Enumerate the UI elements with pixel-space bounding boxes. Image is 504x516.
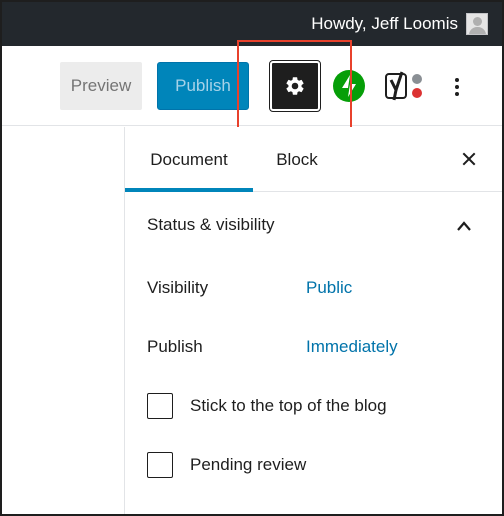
yoast-button[interactable]	[384, 68, 428, 104]
visibility-row: Visibility Public	[147, 278, 502, 308]
preview-button[interactable]: Preview	[60, 62, 142, 110]
sticky-checkbox[interactable]	[147, 393, 173, 419]
jetpack-bolt-icon	[342, 75, 356, 97]
avatar-body-shape	[469, 27, 486, 34]
publish-row: Publish Immediately	[147, 337, 502, 367]
settings-button[interactable]	[269, 60, 321, 112]
avatar-head-shape	[473, 17, 482, 26]
sidebar-tabs: Document Block	[125, 127, 502, 192]
status-visibility-panel-toggle[interactable]: Status & visibility	[125, 193, 502, 257]
avatar[interactable]	[466, 13, 488, 35]
jetpack-button[interactable]	[333, 70, 365, 102]
tab-document[interactable]: Document	[125, 127, 253, 192]
publish-button[interactable]: Publish	[157, 62, 249, 110]
settings-sidebar: Document Block Status & visibility Visib…	[124, 127, 502, 514]
editor-window: Howdy, Jeff Loomis Preview Publish Docum…	[0, 0, 504, 516]
visibility-value-link[interactable]: Public	[306, 278, 352, 298]
publish-label: Publish	[147, 337, 203, 356]
gear-icon	[286, 77, 304, 95]
editor-toolbar: Preview Publish	[2, 46, 502, 126]
pending-review-checkbox-label[interactable]: Pending review	[190, 455, 306, 475]
howdy-greeting[interactable]: Howdy, Jeff Loomis	[311, 14, 458, 34]
chevron-up-icon	[456, 219, 472, 231]
close-sidebar-button[interactable]	[460, 150, 478, 168]
visibility-label: Visibility	[147, 278, 209, 297]
panel-title: Status & visibility	[147, 215, 275, 234]
pending-review-checkbox[interactable]	[147, 452, 173, 478]
tab-block[interactable]: Block	[255, 127, 339, 192]
more-options-button[interactable]	[442, 66, 472, 106]
close-icon	[462, 152, 476, 166]
admin-bar: Howdy, Jeff Loomis	[2, 2, 502, 46]
publish-date-link[interactable]: Immediately	[306, 337, 398, 357]
yoast-icon	[385, 71, 422, 101]
sticky-checkbox-label[interactable]: Stick to the top of the blog	[190, 396, 387, 416]
